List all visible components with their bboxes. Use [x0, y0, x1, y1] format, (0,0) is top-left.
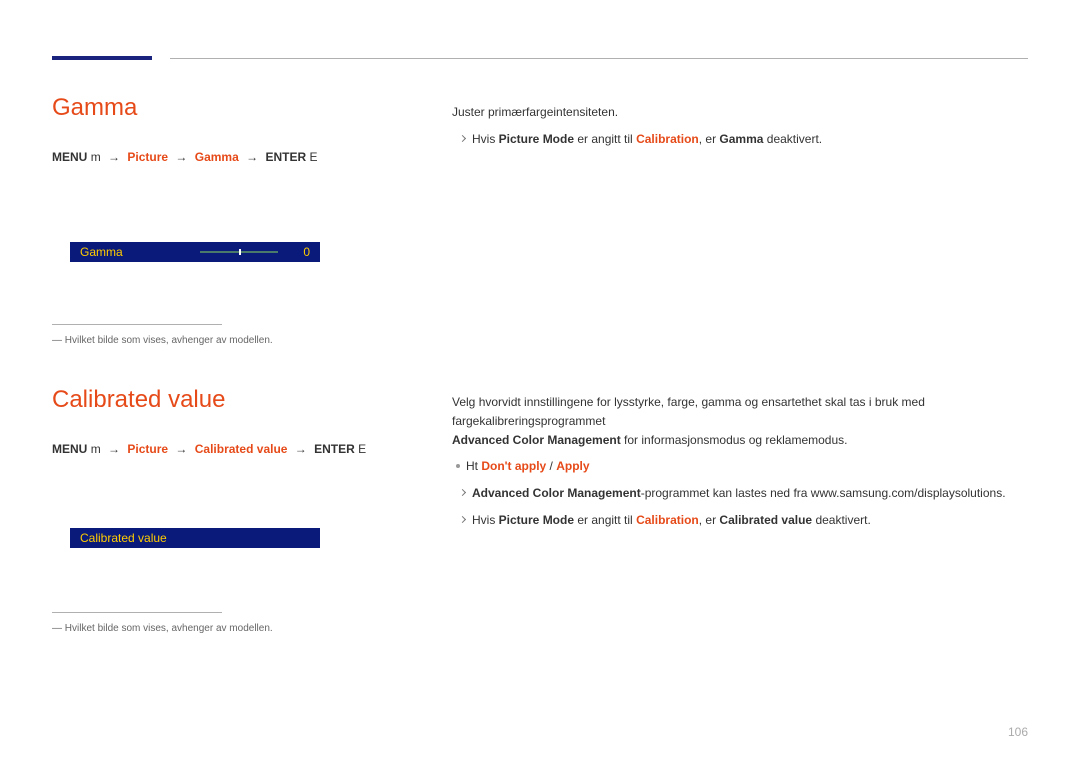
section-calibrated: Calibrated value MENU m → Picture → Cali…	[52, 386, 372, 456]
bullet-dot-icon	[456, 464, 460, 468]
note-calibration: Calibration	[636, 132, 699, 146]
path-picture: Picture	[127, 150, 168, 164]
calibrated-path: MENU m → Picture → Calibrated value → EN…	[52, 442, 372, 456]
options-prefix: Ht	[466, 459, 478, 473]
note2-mid2: , er	[699, 513, 720, 527]
gamma-body-line1: Juster primærfargeintensiteten.	[452, 103, 1028, 122]
section-gamma: Gamma MENU m → Picture → Gamma → ENTER E	[52, 94, 352, 164]
gamma-footnote-block: ― Hvilket bilde som vises, avhenger av m…	[52, 270, 273, 346]
gamma-ui-value: 0	[303, 245, 310, 259]
path-menu: MENU	[52, 150, 87, 164]
calibrated-footnote: ― Hvilket bilde som vises, avhenger av m…	[52, 623, 273, 634]
calibrated-heading: Calibrated value	[52, 386, 372, 414]
arrow-icon: →	[295, 442, 307, 456]
note2-cv: Calibrated value	[719, 513, 812, 527]
gamma-slider-thumb[interactable]	[239, 249, 241, 255]
calibrated-value-box[interactable]: Calibrated value	[70, 528, 320, 548]
option-dont-apply: Don't apply	[481, 459, 546, 473]
enter-icon: E	[358, 442, 366, 456]
arrow-icon: →	[175, 442, 187, 456]
gamma-body: Juster primærfargeintensiteten. Hvis Pic…	[452, 103, 1028, 149]
calibrated-line2: Advanced Color Management for informasjo…	[452, 431, 1028, 450]
gamma-footnote-text: Hvilket bilde som vises, avhenger av mod…	[65, 335, 273, 346]
menu-icon: m	[91, 150, 101, 164]
note2-prefix: Hvis	[472, 513, 499, 527]
calibrated-options: Ht Don't apply / Apply	[452, 457, 1028, 476]
calibrated-note1: Advanced Color Management-programmet kan…	[452, 484, 1028, 503]
calibrated-body: Velg hvorvidt innstillingene for lysstyr…	[452, 393, 1028, 530]
path-enter: ENTER	[314, 442, 355, 456]
path-calibrated: Calibrated value	[195, 442, 288, 456]
gamma-heading: Gamma	[52, 94, 352, 122]
note-prefix: Hvis	[472, 132, 499, 146]
note1-acm: Advanced Color Management	[472, 486, 641, 500]
arrow-icon: →	[246, 150, 258, 164]
note-mid: er angitt til	[574, 132, 636, 146]
note2-pm: Picture Mode	[499, 513, 574, 527]
note-suffix: deaktivert.	[763, 132, 822, 146]
note-picture-mode: Picture Mode	[499, 132, 574, 146]
gamma-footnote: ― Hvilket bilde som vises, avhenger av m…	[52, 335, 273, 346]
path-gamma: Gamma	[195, 150, 239, 164]
calibrated-footnote-block: ― Hvilket bilde som vises, avhenger av m…	[52, 558, 273, 634]
page-rule	[170, 58, 1028, 59]
menu-icon: m	[91, 442, 101, 456]
note-mid2: , er	[699, 132, 720, 146]
arrow-icon: →	[175, 150, 187, 164]
path-picture: Picture	[127, 442, 168, 456]
note2-mid: er angitt til	[574, 513, 636, 527]
note1-rest: -programmet kan lastes ned fra www.samsu…	[641, 486, 1006, 500]
calibrated-line1: Velg hvorvidt innstillingene for lysstyr…	[452, 393, 1028, 431]
gamma-ui-label: Gamma	[80, 245, 123, 259]
arrow-icon: →	[108, 150, 120, 164]
enter-icon: E	[309, 150, 317, 164]
footnote-rule	[52, 324, 222, 325]
note2-suffix: deaktivert.	[812, 513, 871, 527]
arrow-icon: →	[108, 442, 120, 456]
footnote-rule	[52, 612, 222, 613]
calibrated-note2: Hvis Picture Mode er angitt til Calibrat…	[452, 511, 1028, 530]
option-apply: Apply	[556, 459, 589, 473]
gamma-path: MENU m → Picture → Gamma → ENTER E	[52, 150, 352, 164]
acm-bold: Advanced Color Management	[452, 433, 621, 447]
calibrated-ui-label: Calibrated value	[80, 531, 167, 545]
acm-rest: for informasjonsmodus og reklamemodus.	[621, 433, 848, 447]
gamma-slider-track[interactable]	[200, 251, 278, 253]
gamma-body-note: Hvis Picture Mode er angitt til Calibrat…	[452, 130, 1028, 149]
note2-cal: Calibration	[636, 513, 699, 527]
page-number: 106	[1008, 725, 1028, 739]
calibrated-footnote-text: Hvilket bilde som vises, avhenger av mod…	[65, 623, 273, 634]
page-accent	[52, 56, 152, 60]
option-sep: /	[546, 459, 556, 473]
path-menu: MENU	[52, 442, 87, 456]
gamma-slider-box[interactable]: Gamma 0	[70, 242, 320, 262]
note-gamma: Gamma	[719, 132, 763, 146]
path-enter: ENTER	[265, 150, 306, 164]
